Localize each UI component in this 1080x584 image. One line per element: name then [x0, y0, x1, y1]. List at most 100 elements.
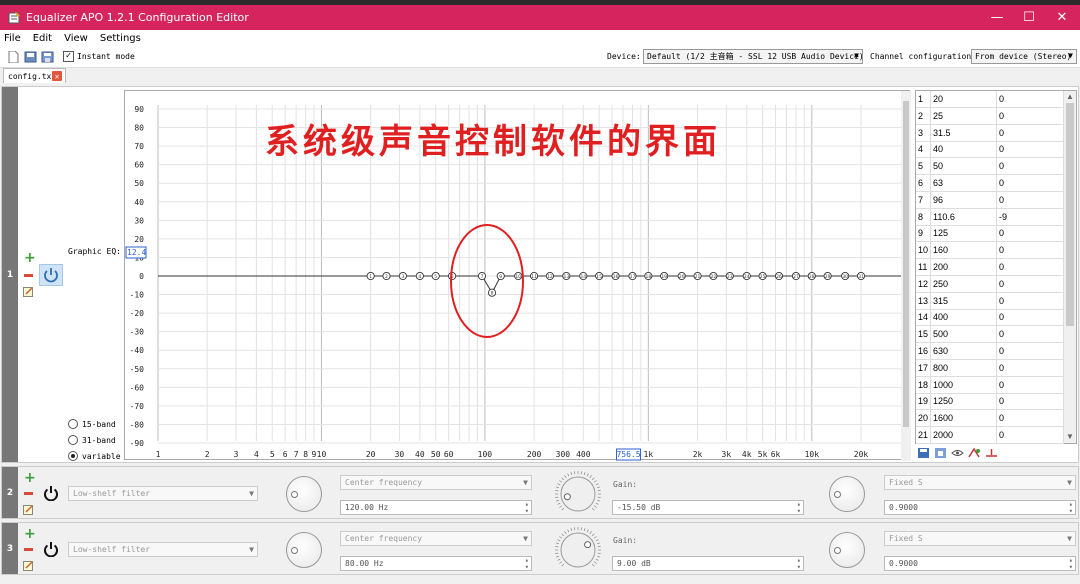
instant-mode-checkbox[interactable]: ✓: [63, 51, 74, 62]
band-gain[interactable]: 0: [999, 245, 1004, 255]
minimize-button[interactable]: —: [980, 5, 1014, 30]
band-gain[interactable]: 0: [999, 413, 1004, 423]
band-frequency[interactable]: 20: [933, 94, 943, 104]
table-row[interactable]: 18 1000 0: [916, 376, 1064, 394]
new-file-icon[interactable]: [7, 51, 20, 63]
band-gain[interactable]: 0: [999, 94, 1004, 104]
band-gain[interactable]: 0: [999, 396, 1004, 406]
table-row[interactable]: 20 1600 0: [916, 410, 1064, 428]
remove-filter-icon[interactable]: [24, 492, 33, 495]
table-row[interactable]: 15 500 0: [916, 326, 1064, 344]
gain-spinbox[interactable]: -15.50 dB ▴ ▾: [612, 500, 804, 515]
band-frequency[interactable]: 2000: [933, 430, 953, 440]
band-gain[interactable]: 0: [999, 161, 1004, 171]
table-row[interactable]: 4 40 0: [916, 141, 1064, 159]
gain-knob[interactable]: [553, 470, 603, 516]
band-frequency[interactable]: 125: [933, 228, 948, 238]
spin-arrows-icon[interactable]: ▴ ▾: [797, 501, 801, 515]
band-gain[interactable]: 0: [999, 228, 1004, 238]
band-frequency[interactable]: 1600: [933, 413, 953, 423]
band-frequency[interactable]: 110.6: [933, 212, 955, 222]
q-mode-select[interactable]: Fixed S ▼: [884, 531, 1076, 546]
menu-edit[interactable]: Edit: [33, 33, 52, 44]
q-knob[interactable]: [829, 476, 865, 512]
band-frequency[interactable]: 800: [933, 363, 948, 373]
frequency-spinbox[interactable]: 80.00 Hz ▴ ▾: [340, 556, 532, 571]
q-spinbox[interactable]: 0.9000 ▴ ▾: [884, 500, 1076, 515]
table-row[interactable]: 3 31.5 0: [916, 124, 1064, 142]
filter-type-select[interactable]: Low-shelf filter ▼: [68, 542, 258, 557]
reset-icon[interactable]: [985, 447, 998, 459]
table-row[interactable]: 17 800 0: [916, 359, 1064, 377]
band-frequency[interactable]: 400: [933, 312, 948, 322]
band-gain[interactable]: 0: [999, 430, 1004, 440]
table-row[interactable]: 7 96 0: [916, 191, 1064, 209]
remove-filter-icon[interactable]: [24, 274, 33, 277]
save-file-icon[interactable]: [41, 51, 54, 63]
band-gain[interactable]: 0: [999, 144, 1004, 154]
spin-arrows-icon[interactable]: ▴ ▾: [1069, 557, 1073, 571]
table-row[interactable]: 14 400 0: [916, 309, 1064, 327]
spin-arrows-icon[interactable]: ▴ ▾: [525, 501, 529, 515]
table-row[interactable]: 13 315 0: [916, 292, 1064, 310]
close-button[interactable]: ✕: [1045, 5, 1079, 30]
table-row[interactable]: 8 110.6 -9: [916, 208, 1064, 226]
table-row[interactable]: 19 1250 0: [916, 393, 1064, 411]
edit-icon[interactable]: [23, 504, 34, 515]
eq-graph-canvas[interactable]: 9080706050403020100-10-20-30-40-50-60-70…: [125, 91, 911, 461]
table-row[interactable]: 9 125 0: [916, 225, 1064, 243]
band-table-scrollbar[interactable]: ▲ ▼: [1063, 91, 1076, 443]
band-gain[interactable]: 0: [999, 279, 1004, 289]
menu-view[interactable]: View: [64, 33, 88, 44]
q-spinbox[interactable]: 0.9000 ▴ ▾: [884, 556, 1076, 571]
spin-arrows-icon[interactable]: ▴ ▾: [1069, 501, 1073, 515]
band-table[interactable]: 1 20 0 2 25 0 3 31.5 0 4 40 0 5 50 0 6 63 0 7 96 0 8 110.6 -9 9 1…: [915, 90, 1077, 444]
power-icon[interactable]: [43, 541, 59, 557]
menu-settings[interactable]: Settings: [100, 33, 141, 44]
band-frequency[interactable]: 500: [933, 329, 948, 339]
save-icon[interactable]: [917, 447, 930, 459]
frequency-knob[interactable]: [286, 532, 322, 568]
add-filter-icon[interactable]: +: [24, 527, 36, 541]
band-gain[interactable]: 0: [999, 111, 1004, 121]
spin-arrows-icon[interactable]: ▴ ▾: [525, 557, 529, 571]
edit-icon[interactable]: [23, 560, 34, 571]
frequency-mode-select[interactable]: Center frequency ▼: [340, 475, 532, 490]
clipboard-icon[interactable]: [951, 447, 964, 459]
remove-filter-icon[interactable]: [24, 548, 33, 551]
scroll-down-icon[interactable]: ▼: [1066, 432, 1074, 441]
scroll-thumb[interactable]: [1066, 103, 1074, 326]
band-frequency[interactable]: 50: [933, 161, 943, 171]
band-gain[interactable]: 0: [999, 296, 1004, 306]
spin-arrows-icon[interactable]: ▴ ▾: [797, 557, 801, 571]
channel-config-select[interactable]: From device (Stereo) ▼: [971, 49, 1077, 64]
band-frequency[interactable]: 25: [933, 111, 943, 121]
table-row[interactable]: 6 63 0: [916, 175, 1064, 192]
filter-type-select[interactable]: Low-shelf filter ▼: [68, 486, 258, 501]
invert-icon[interactable]: [968, 447, 981, 459]
radio-15-band[interactable]: [68, 419, 78, 429]
edit-icon[interactable]: [23, 286, 34, 297]
power-icon[interactable]: [43, 485, 59, 501]
band-frequency[interactable]: 1250: [933, 396, 953, 406]
gain-spinbox[interactable]: 9.00 dB ▴ ▾: [612, 556, 804, 571]
eq-graph[interactable]: 9080706050403020100-10-20-30-40-50-60-70…: [124, 90, 911, 461]
band-gain[interactable]: 0: [999, 262, 1004, 272]
band-gain[interactable]: 0: [999, 329, 1004, 339]
radio-variable[interactable]: [68, 451, 78, 461]
band-gain[interactable]: 0: [999, 380, 1004, 390]
band-gain[interactable]: 0: [999, 312, 1004, 322]
q-mode-select[interactable]: Fixed S ▼: [884, 475, 1076, 490]
scroll-up-icon[interactable]: ▲: [1066, 92, 1074, 101]
table-row[interactable]: 16 630 0: [916, 343, 1064, 360]
device-select[interactable]: Default (1/2 主音箱 - SSL 12 USB Audio Devi…: [643, 49, 863, 64]
table-row[interactable]: 21 2000 0: [916, 427, 1064, 444]
band-frequency[interactable]: 250: [933, 279, 948, 289]
maximize-button[interactable]: ☐: [1012, 5, 1046, 30]
band-gain[interactable]: 0: [999, 195, 1004, 205]
menu-file[interactable]: File: [4, 33, 21, 44]
band-gain[interactable]: -9: [999, 212, 1007, 222]
import-icon[interactable]: [934, 447, 947, 459]
band-frequency[interactable]: 200: [933, 262, 948, 272]
band-frequency[interactable]: 96: [933, 195, 943, 205]
